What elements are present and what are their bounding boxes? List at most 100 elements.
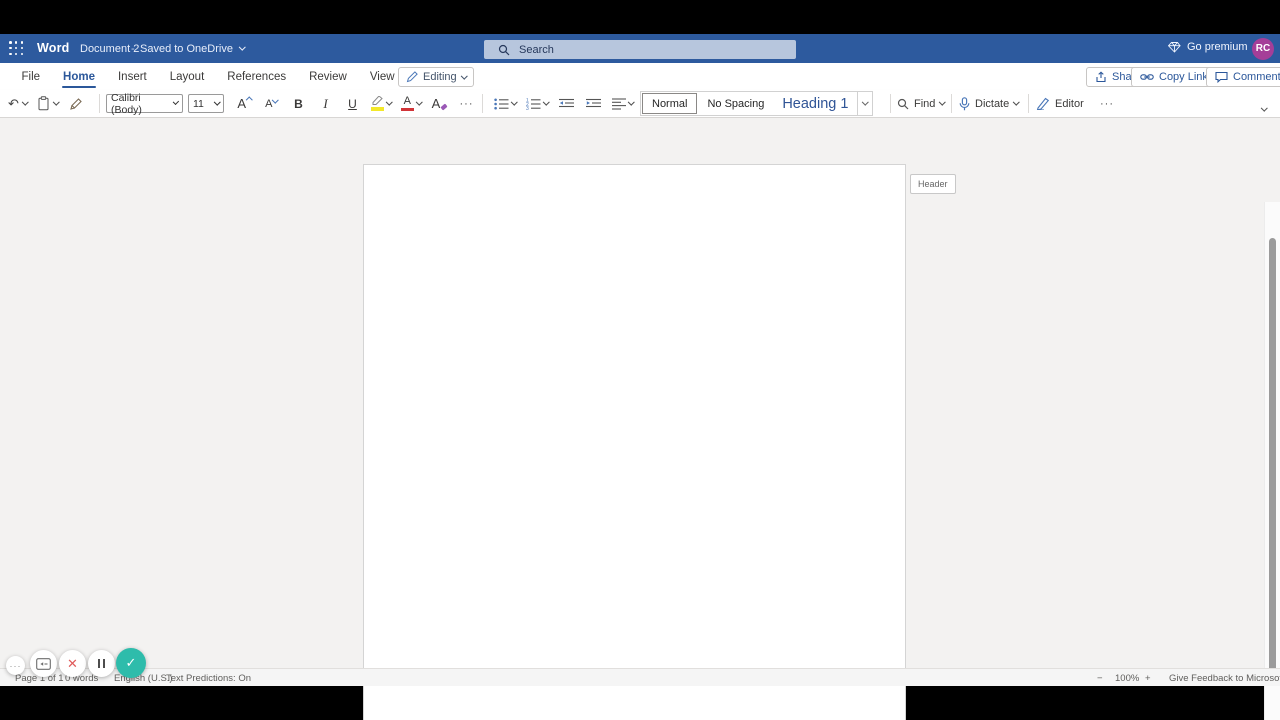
ellipsis-icon: ···	[1100, 98, 1114, 110]
font-name-dropdown[interactable]: Calibri (Body)	[106, 94, 183, 113]
capture-more-button[interactable]: ···	[6, 656, 25, 675]
word-online-app: Word Document 2 - Saved to OneDrive Sear…	[0, 34, 1280, 686]
capture-cancel-button[interactable]: ✕	[59, 650, 86, 677]
italic-icon: I	[323, 96, 327, 112]
grow-font-button[interactable]: A	[231, 92, 258, 116]
pause-icon	[98, 659, 100, 668]
bold-icon: B	[294, 97, 303, 111]
zoom-in-button[interactable]: +	[1145, 673, 1151, 684]
decrease-indent-button[interactable]	[553, 92, 580, 116]
tab-file[interactable]: File	[10, 63, 52, 90]
capture-confirm-button[interactable]: ✓	[116, 648, 146, 678]
grow-font-icon: A	[237, 96, 246, 111]
tab-references[interactable]: References	[216, 63, 298, 90]
search-icon	[498, 44, 510, 56]
underline-button[interactable]: U	[339, 92, 366, 116]
tab-layout[interactable]: Layout	[158, 63, 216, 90]
style-heading-1[interactable]: Heading 1	[773, 92, 857, 115]
font-color-icon: A	[401, 96, 414, 112]
text-predictions-toggle[interactable]: Text Predictions: On	[166, 673, 251, 684]
copy-link-label: Copy Link	[1159, 71, 1208, 83]
font-size-value: 11	[193, 98, 204, 110]
editor-button[interactable]: Editor	[1036, 92, 1084, 116]
undo-icon: ↶	[8, 96, 19, 112]
underline-icon: U	[348, 97, 357, 111]
font-color-button[interactable]: A	[396, 92, 426, 116]
numbering-button[interactable]: 123	[521, 92, 553, 116]
styles-gallery: Normal No Spacing Heading 1	[640, 91, 873, 116]
search-input[interactable]: Search	[484, 40, 796, 59]
go-premium-label: Go premium	[1187, 41, 1248, 53]
go-premium-button[interactable]: Go premium	[1168, 41, 1248, 53]
ellipsis-icon: ···	[460, 98, 474, 110]
capture-camera-button[interactable]	[30, 650, 57, 677]
font-size-dropdown[interactable]: 11	[188, 94, 224, 113]
tab-home[interactable]: Home	[52, 63, 107, 90]
saved-status-dropdown[interactable]: Saved to OneDrive	[140, 43, 244, 55]
clear-formatting-icon: A	[432, 96, 441, 111]
more-font-options-button[interactable]: ···	[453, 92, 480, 116]
collapse-ribbon-chevron[interactable]	[1262, 98, 1267, 116]
chevron-down-icon	[239, 44, 245, 50]
editing-label: Editing	[423, 71, 457, 83]
document-page[interactable]	[363, 164, 906, 720]
tab-review[interactable]: Review	[298, 63, 359, 90]
screen: Word Document 2 - Saved to OneDrive Sear…	[0, 0, 1280, 720]
comments-button[interactable]: Comments	[1206, 67, 1280, 87]
scrollbar-thumb[interactable]	[1269, 238, 1276, 673]
format-painter-button[interactable]	[69, 92, 83, 116]
avatar[interactable]: RC	[1252, 38, 1274, 60]
increase-indent-button[interactable]	[580, 92, 607, 116]
capture-pause-button[interactable]	[88, 650, 115, 677]
feedback-link[interactable]: Give Feedback to Microsoft	[1169, 673, 1280, 684]
alignment-button[interactable]	[607, 92, 639, 116]
shrink-font-button[interactable]: A	[258, 92, 285, 116]
premium-gem-icon	[1168, 41, 1181, 53]
font-name-value: Calibri (Body)	[111, 92, 174, 116]
chevron-down-icon	[461, 72, 467, 78]
svg-text:3: 3	[526, 106, 529, 110]
style-no-spacing[interactable]: No Spacing	[698, 92, 773, 115]
app-launcher-icon[interactable]	[9, 41, 24, 56]
style-normal[interactable]: Normal	[642, 93, 697, 114]
zoom-out-button[interactable]: −	[1097, 673, 1103, 684]
find-label: Find	[914, 98, 935, 110]
highlight-button[interactable]	[366, 92, 396, 116]
clear-formatting-button[interactable]: A	[426, 92, 453, 116]
align-icon	[612, 98, 626, 110]
dictate-button[interactable]: Dictate	[959, 92, 1019, 116]
styles-gallery-expand[interactable]	[857, 92, 872, 115]
editor-label: Editor	[1055, 98, 1084, 110]
editing-mode-dropdown[interactable]: Editing	[398, 67, 474, 87]
vertical-scrollbar[interactable]	[1264, 202, 1280, 720]
header-tab-button[interactable]: Header	[910, 174, 956, 194]
chevron-down-icon	[416, 99, 422, 105]
chevron-down-icon	[214, 99, 220, 105]
find-icon	[897, 98, 909, 110]
chevron-down-icon	[628, 99, 634, 105]
check-icon: ✓	[126, 655, 137, 671]
undo-button[interactable]: ↶	[8, 92, 27, 116]
more-commands-button[interactable]: ···	[1097, 92, 1117, 116]
clipboard-icon	[37, 96, 50, 111]
comments-label: Comments	[1233, 71, 1280, 83]
share-icon	[1095, 71, 1107, 83]
bullets-button[interactable]	[489, 92, 521, 116]
dictate-label: Dictate	[975, 98, 1009, 110]
search-placeholder: Search	[519, 44, 554, 56]
word-logo[interactable]: Word	[37, 41, 70, 55]
find-button[interactable]: Find	[897, 92, 945, 116]
chevron-down-icon	[22, 99, 28, 105]
zoom-level[interactable]: 100%	[1115, 673, 1139, 684]
italic-button[interactable]: I	[312, 92, 339, 116]
bold-button[interactable]: B	[285, 92, 312, 116]
camera-icon	[36, 658, 51, 670]
outdent-icon	[559, 98, 574, 110]
highlighter-icon	[371, 96, 384, 111]
copy-link-button[interactable]: Copy Link	[1131, 67, 1217, 87]
indent-icon	[586, 98, 601, 110]
caret-down-icon	[272, 96, 278, 102]
title-separator: -	[131, 43, 135, 55]
tab-insert[interactable]: Insert	[106, 63, 158, 90]
paste-button[interactable]	[37, 92, 59, 116]
